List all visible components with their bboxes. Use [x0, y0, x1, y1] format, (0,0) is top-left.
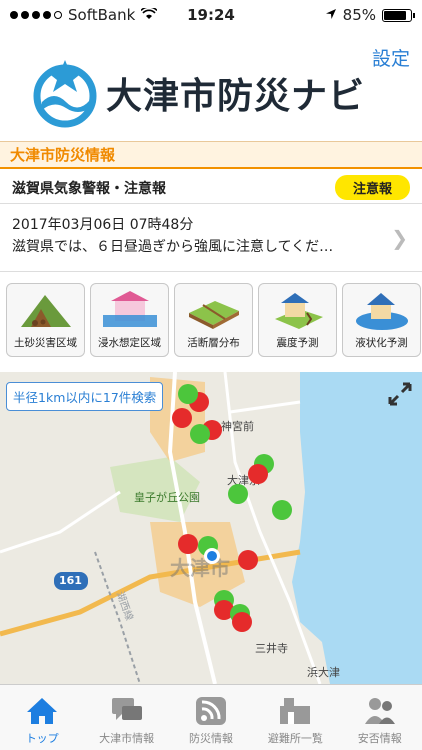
- map-pin[interactable]: [178, 384, 198, 404]
- status-bar: SoftBank 19:24 85%: [0, 0, 422, 30]
- chevron-right-icon: ❯: [391, 226, 408, 250]
- rss-icon: [195, 697, 226, 725]
- landslide-icon: [20, 295, 71, 327]
- hazard-tiles: 土砂災害区域 浸水想定区域 活断層分布 震度予測 液状化予測: [6, 283, 421, 357]
- current-location-marker: [204, 548, 220, 564]
- battery-percent: 85%: [342, 6, 376, 24]
- alert-message: 滋賀県では、６日昼過ぎから強風に注意してくだ…: [12, 239, 334, 255]
- hazard-map[interactable]: 161 湖西線 神宮前 大津京 皇子が丘公園 大津市 三井寺 浜大津 半径1km…: [0, 372, 422, 684]
- signal-icon: [10, 11, 62, 19]
- map-pin[interactable]: [232, 612, 252, 632]
- status-time: 19:24: [187, 6, 235, 24]
- location-arrow-icon: [325, 6, 337, 24]
- tab-shelter-list[interactable]: 避難所一覧: [255, 696, 335, 746]
- wifi-icon: [140, 6, 158, 24]
- section-title: 大津市防災情報: [0, 141, 422, 169]
- liquefaction-icon: [355, 293, 408, 330]
- app-title: 大津市防災ナビ: [106, 76, 366, 117]
- fault-icon: [188, 301, 239, 329]
- map-background: [0, 372, 422, 684]
- status-left: SoftBank: [10, 6, 158, 24]
- map-pin[interactable]: [172, 408, 192, 428]
- alert-detail[interactable]: 2017年03月06日 07時48分 滋賀県では、６日昼過ぎから強風に注意してく…: [0, 206, 422, 272]
- place-otsu-city: 大津市: [170, 556, 230, 580]
- home-icon: [27, 698, 58, 724]
- map-pin[interactable]: [272, 500, 292, 520]
- otsu-city-emblem-icon: [33, 60, 97, 128]
- map-pin[interactable]: [238, 550, 258, 570]
- tile-label: 液状化予測: [355, 337, 408, 349]
- expand-map-icon[interactable]: [386, 380, 414, 408]
- people-icon: [364, 698, 395, 724]
- tile-label: 浸水想定区域: [98, 337, 161, 349]
- alert-date: 2017年03月06日 07時48分: [12, 217, 194, 233]
- route-number: 161: [59, 574, 82, 587]
- tab-city-info[interactable]: 大津市情報: [87, 696, 167, 746]
- place-park: 皇子が丘公園: [134, 491, 200, 504]
- place-hamaotsu: 浜大津: [307, 666, 340, 679]
- earthquake-icon: [274, 293, 323, 329]
- tab-label: トップ: [25, 732, 59, 745]
- map-pin[interactable]: [228, 484, 248, 504]
- tab-top[interactable]: トップ: [2, 696, 82, 746]
- shelter-icon: [280, 698, 311, 724]
- tile-label: 活断層分布: [187, 337, 240, 349]
- tab-bar: トップ 大津市情報 防災情報 避難所一覧 安否情報: [0, 684, 422, 750]
- alert-title: 滋賀県気象警報・注意報: [12, 180, 166, 197]
- tab-label: 防災情報: [188, 732, 233, 745]
- map-pin[interactable]: [248, 464, 268, 484]
- tile-earthquake[interactable]: 震度予測: [258, 283, 337, 357]
- map-pin[interactable]: [178, 534, 198, 554]
- carrier-label: SoftBank: [68, 6, 136, 24]
- flood-icon: [102, 291, 157, 327]
- app-logo: 大津市防災ナビ: [30, 58, 365, 128]
- place-jingumae: 神宮前: [221, 420, 254, 433]
- settings-button[interactable]: 設定: [372, 44, 410, 71]
- advisory-badge: 注意報: [334, 175, 410, 200]
- tile-landslide[interactable]: 土砂災害区域: [6, 283, 85, 357]
- tab-disaster-info[interactable]: 防災情報: [171, 696, 251, 746]
- tab-label: 安否情報: [357, 732, 402, 745]
- place-miidera: 三井寺: [255, 642, 288, 655]
- tile-flood[interactable]: 浸水想定区域: [90, 283, 169, 357]
- tab-safety-info[interactable]: 安否情報: [340, 696, 420, 746]
- battery-icon: [382, 8, 415, 22]
- weather-alert-row[interactable]: 滋賀県気象警報・注意報 注意報: [0, 172, 422, 204]
- search-radius-chip[interactable]: 半径1km以内に17件検索: [6, 382, 164, 411]
- tab-label: 避難所一覧: [267, 732, 323, 745]
- tile-label: 土砂災害区域: [14, 337, 77, 349]
- tab-label: 大津市情報: [99, 732, 155, 745]
- tile-label: 震度予測: [276, 337, 319, 349]
- tile-liquefaction[interactable]: 液状化予測: [342, 283, 421, 357]
- status-right: 85%: [325, 6, 415, 24]
- chat-icon: [111, 698, 142, 720]
- map-pin[interactable]: [190, 424, 210, 444]
- tile-fault[interactable]: 活断層分布: [174, 283, 253, 357]
